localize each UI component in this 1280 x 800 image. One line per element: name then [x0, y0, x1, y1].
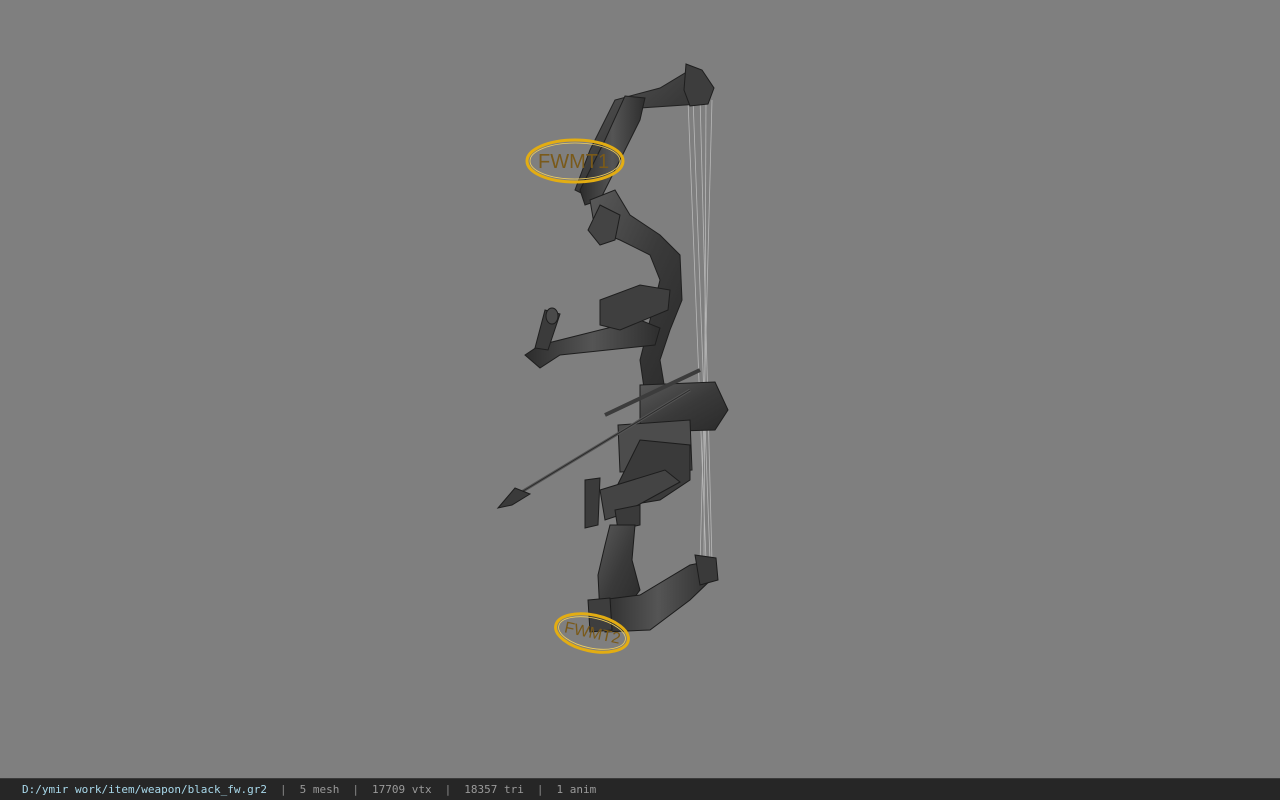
triangle-count: 18357 tri: [464, 783, 524, 796]
3d-viewport[interactable]: FWMT1 FWMT2: [0, 0, 1280, 778]
separator: |: [536, 783, 544, 796]
mesh-count: 5 mesh: [299, 783, 340, 796]
attachment-label: FWMT1: [538, 151, 609, 173]
anim-count: 1 anim: [556, 783, 597, 796]
attachment-marker-fwmt1[interactable]: FWMT1: [525, 138, 625, 184]
model-scene[interactable]: FWMT1 FWMT2: [0, 0, 1280, 778]
status-bar: D:/ymir work/item/weapon/black_fw.gr2 | 5 …: [0, 778, 1280, 800]
separator: |: [352, 783, 360, 796]
separator: |: [444, 783, 452, 796]
vertex-count: 17709 vtx: [372, 783, 432, 796]
separator: |: [280, 783, 287, 796]
file-path: D:/ymir work/item/weapon/black_fw.gr2: [22, 783, 268, 796]
bow-string: [687, 95, 713, 566]
